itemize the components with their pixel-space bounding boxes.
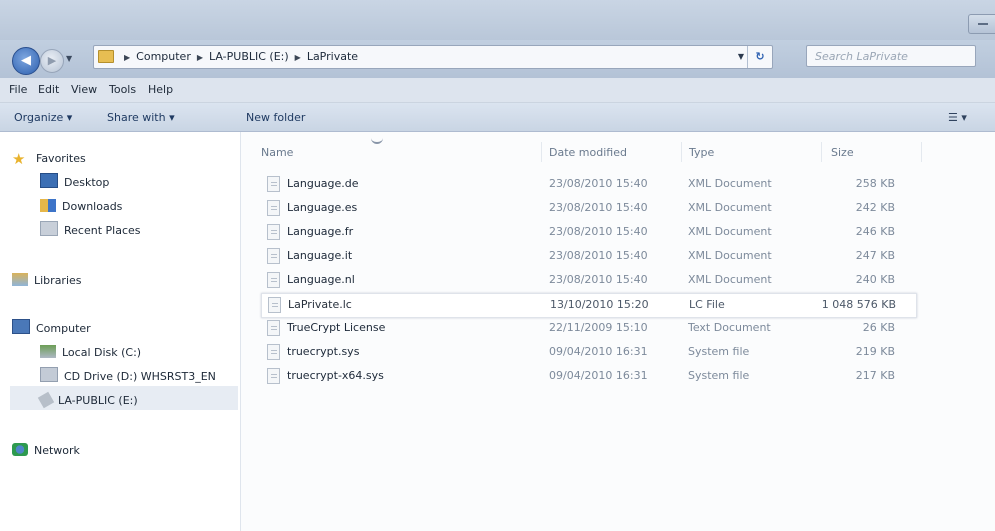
libraries-icon	[12, 273, 28, 286]
breadcrumb-computer[interactable]: Computer	[136, 50, 191, 63]
file-row[interactable]: Language.it 23/08/2010 15:40 XML Documen…	[261, 245, 915, 268]
menu-tools[interactable]: Tools	[109, 83, 136, 96]
nav-libraries[interactable]: Libraries	[12, 271, 82, 291]
breadcrumb: ▶ Computer ▶ LA-PUBLIC (E:) ▶ LaPrivate	[118, 46, 358, 68]
organize-button[interactable]: Organize ▾	[14, 111, 72, 124]
nav-local-disk[interactable]: Local Disk (C:)	[40, 343, 141, 363]
file-row[interactable]: truecrypt-x64.sys 09/04/2010 16:31 Syste…	[261, 365, 915, 388]
cd-drive-icon	[40, 367, 58, 382]
xml-file-icon	[267, 272, 280, 288]
nav-desktop[interactable]: Desktop	[40, 173, 109, 193]
menu-help[interactable]: Help	[148, 83, 173, 96]
column-divider[interactable]	[541, 142, 542, 162]
file-list: Name Date modified Type Size Language.de…	[241, 132, 995, 531]
explorer-window: ◀ ▶ ▼ ▶ Computer ▶ LA-PUBLIC (E:) ▶ LaPrivate…	[0, 0, 995, 531]
nav-network[interactable]: Network	[12, 441, 80, 461]
breadcrumb-laprivate[interactable]: LaPrivate	[307, 50, 358, 63]
menu-view[interactable]: View	[71, 83, 97, 96]
column-header-type[interactable]: Type	[689, 146, 714, 159]
forward-button[interactable]: ▶	[40, 49, 64, 73]
system-file-icon	[267, 344, 280, 360]
sort-indicator-icon	[371, 136, 383, 144]
menu-edit[interactable]: Edit	[38, 83, 59, 96]
hard-drive-icon	[40, 345, 56, 358]
menu-file[interactable]: File	[9, 83, 27, 96]
downloads-icon	[40, 199, 56, 212]
back-button[interactable]: ◀	[12, 47, 40, 75]
chevron-right-icon[interactable]: ▶	[295, 53, 301, 62]
text-file-icon	[267, 320, 280, 336]
column-header-date[interactable]: Date modified	[549, 146, 627, 159]
column-header-name[interactable]: Name	[261, 146, 293, 159]
usb-drive-icon	[37, 391, 55, 409]
file-row[interactable]: Language.es 23/08/2010 15:40 XML Documen…	[261, 197, 915, 220]
nav-favorites[interactable]: ★ Favorites	[12, 149, 86, 169]
menu-bar: File Edit View Tools Help	[0, 78, 995, 103]
chevron-right-icon[interactable]: ▶	[124, 53, 130, 62]
view-options-icon[interactable]: ☰ ▾	[948, 111, 967, 124]
address-dropdown-icon[interactable]: ▼	[738, 46, 744, 68]
address-bar[interactable]: ▶ Computer ▶ LA-PUBLIC (E:) ▶ LaPrivate ▼ ↻	[93, 45, 773, 69]
nav-downloads[interactable]: Downloads	[40, 197, 122, 217]
file-row[interactable]: Language.nl 23/08/2010 15:40 XML Documen…	[261, 269, 915, 292]
back-arrow-icon: ◀	[21, 53, 31, 68]
share-with-button[interactable]: Share with ▾	[107, 111, 175, 124]
nav-computer[interactable]: Computer	[12, 319, 91, 339]
breadcrumb-la-public[interactable]: LA-PUBLIC (E:)	[209, 50, 289, 63]
file-row[interactable]: Language.fr 23/08/2010 15:40 XML Documen…	[261, 221, 915, 244]
xml-file-icon	[267, 248, 280, 264]
nav-la-public[interactable]: LA-PUBLIC (E:)	[37, 391, 138, 411]
command-bar: Organize ▾ Share with ▾ New folder ☰ ▾	[0, 103, 995, 132]
network-icon	[12, 443, 28, 456]
file-row[interactable]: Language.de 23/08/2010 15:40 XML Documen…	[261, 173, 915, 196]
nav-recent-places[interactable]: Recent Places	[40, 221, 141, 241]
new-folder-button[interactable]: New folder	[246, 111, 305, 124]
nav-cd-drive[interactable]: CD Drive (D:) WHSRST3_EN	[40, 367, 216, 387]
star-icon: ★	[12, 150, 26, 168]
minimize-button[interactable]	[968, 14, 995, 34]
column-divider[interactable]	[821, 142, 822, 162]
file-row[interactable]: TrueCrypt License 22/11/2009 15:10 Text …	[261, 317, 915, 340]
xml-file-icon	[267, 176, 280, 192]
xml-file-icon	[267, 224, 280, 240]
file-row-selected[interactable]: LaPrivate.lc 13/10/2010 15:20 LC File 1 …	[261, 293, 917, 318]
file-icon	[268, 297, 281, 313]
recent-places-icon	[40, 221, 58, 236]
title-bar	[0, 0, 995, 40]
computer-icon	[12, 319, 30, 334]
folder-icon	[98, 50, 114, 63]
history-dropdown-icon[interactable]: ▼	[66, 54, 72, 63]
column-divider[interactable]	[921, 142, 922, 162]
system-file-icon	[267, 368, 280, 384]
desktop-icon	[40, 173, 58, 188]
xml-file-icon	[267, 200, 280, 216]
column-header-size[interactable]: Size	[831, 146, 854, 159]
chevron-right-icon[interactable]: ▶	[197, 53, 203, 62]
forward-arrow-icon: ▶	[47, 54, 57, 67]
file-row[interactable]: truecrypt.sys 09/04/2010 16:31 System fi…	[261, 341, 915, 364]
navigation-pane: ★ Favorites Desktop Downloads Recent Plac…	[0, 132, 241, 531]
refresh-icon[interactable]: ↻	[747, 46, 772, 68]
column-divider[interactable]	[681, 142, 682, 162]
search-input[interactable]: Search LaPrivate	[806, 45, 976, 67]
